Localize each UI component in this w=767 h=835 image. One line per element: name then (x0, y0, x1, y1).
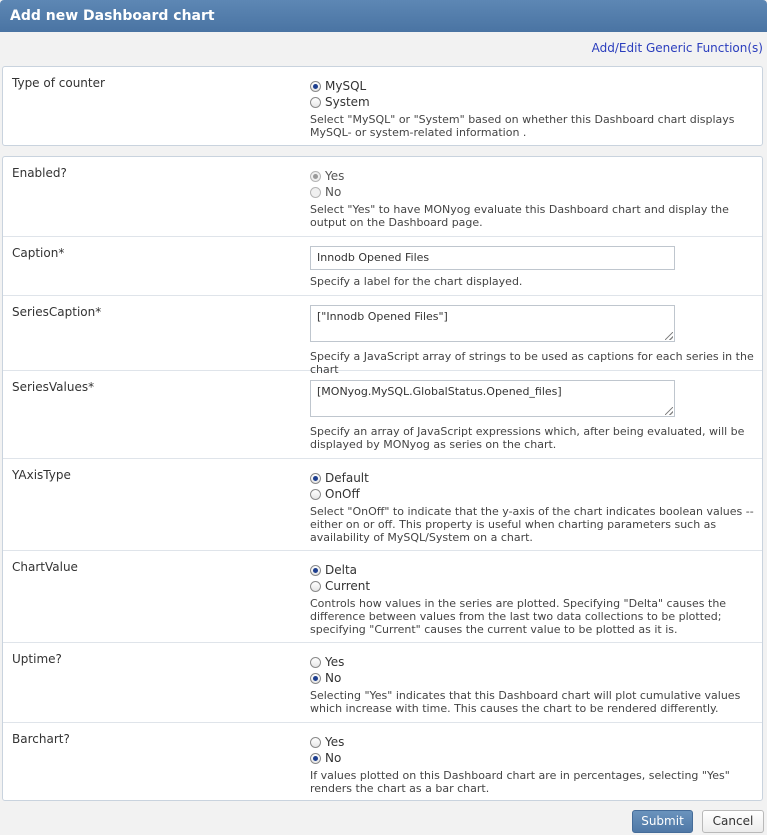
yaxis-type-label: YAxisType (12, 468, 71, 482)
chart-value-row: ChartValue Delta Current Controls how va… (3, 551, 762, 643)
resize-grip-icon[interactable] (665, 407, 673, 415)
submit-button[interactable]: Submit (632, 810, 693, 833)
caption-label: Caption* (12, 246, 65, 260)
uptime-option-no[interactable]: No (310, 670, 758, 686)
yaxis-type-help: Select "OnOff" to indicate that the y-ax… (310, 505, 754, 544)
barchart-row: Barchart? Yes No If values plotted on th… (3, 723, 762, 800)
series-values-row: SeriesValues* [MONyog.MySQL.GlobalStatus… (3, 371, 762, 459)
radio-button[interactable] (310, 488, 321, 500)
barchart-label: Barchart? (12, 732, 70, 746)
yaxis-type-option-onoff[interactable]: OnOff (310, 486, 758, 502)
cancel-button[interactable]: Cancel (702, 810, 764, 833)
caption-row: Caption* Innodb Opened Files Specify a l… (3, 237, 762, 296)
type-counter-option-mysql[interactable]: MySQL (310, 78, 758, 94)
chart-value-label: ChartValue (12, 560, 78, 574)
radio-button[interactable] (310, 96, 321, 108)
radio-button[interactable] (310, 752, 321, 764)
radio-button[interactable] (310, 472, 321, 484)
series-values-label: SeriesValues* (12, 380, 95, 394)
chart-value-option-current[interactable]: Current (310, 578, 758, 594)
add-edit-generic-functions-link[interactable]: Add/Edit Generic Function(s) (592, 41, 763, 55)
radio-button[interactable] (310, 736, 321, 748)
uptime-option-yes[interactable]: Yes (310, 654, 758, 670)
series-values-help: Specify an array of JavaScript expressio… (310, 425, 745, 451)
radio-button[interactable] (310, 672, 321, 684)
enabled-option-yes: Yes (310, 168, 758, 184)
chart-value-help: Controls how values in the series are pl… (310, 597, 727, 636)
barchart-option-no[interactable]: No (310, 750, 758, 766)
enabled-row: Enabled? Yes No Select "Yes" to have MON… (3, 157, 762, 237)
type-counter-row: Type of counter MySQL System Select "MyS… (3, 67, 762, 145)
radio-button[interactable] (310, 564, 321, 576)
barchart-option-yes[interactable]: Yes (310, 734, 758, 750)
radio-button[interactable] (310, 80, 321, 92)
enabled-option-no: No (310, 184, 758, 200)
series-values-textarea[interactable]: [MONyog.MySQL.GlobalStatus.Opened_files] (310, 380, 675, 417)
uptime-help: Selecting "Yes" indicates that this Dash… (310, 689, 741, 715)
chart-value-option-delta[interactable]: Delta (310, 562, 758, 578)
enabled-help: Select "Yes" to have MONyog evaluate thi… (310, 203, 729, 229)
enabled-label: Enabled? (12, 166, 67, 180)
yaxis-type-option-default[interactable]: Default (310, 470, 758, 486)
series-caption-label: SeriesCaption* (12, 305, 102, 319)
caption-help: Specify a label for the chart displayed. (310, 275, 523, 288)
yaxis-type-row: YAxisType Default OnOff Select "OnOff" t… (3, 459, 762, 551)
barchart-help: If values plotted on this Dashboard char… (310, 769, 730, 795)
type-counter-option-system[interactable]: System (310, 94, 758, 110)
uptime-row: Uptime? Yes No Selecting "Yes" indicates… (3, 643, 762, 723)
uptime-label: Uptime? (12, 652, 62, 666)
type-counter-section: Type of counter MySQL System Select "MyS… (2, 66, 763, 146)
type-counter-label: Type of counter (12, 76, 105, 90)
radio-button[interactable] (310, 580, 321, 592)
type-counter-help: Select "MySQL" or "System" based on whet… (310, 113, 735, 139)
resize-grip-icon[interactable] (665, 332, 673, 340)
dialog-title: Add new Dashboard chart (0, 0, 767, 32)
radio-button[interactable] (310, 656, 321, 668)
radio-button (310, 186, 321, 198)
caption-input[interactable]: Innodb Opened Files (310, 246, 675, 270)
chart-properties-section: Enabled? Yes No Select "Yes" to have MON… (2, 156, 763, 801)
radio-button (310, 170, 321, 182)
series-caption-row: SeriesCaption* ["Innodb Opened Files"] S… (3, 296, 762, 376)
series-caption-textarea[interactable]: ["Innodb Opened Files"] (310, 305, 675, 342)
